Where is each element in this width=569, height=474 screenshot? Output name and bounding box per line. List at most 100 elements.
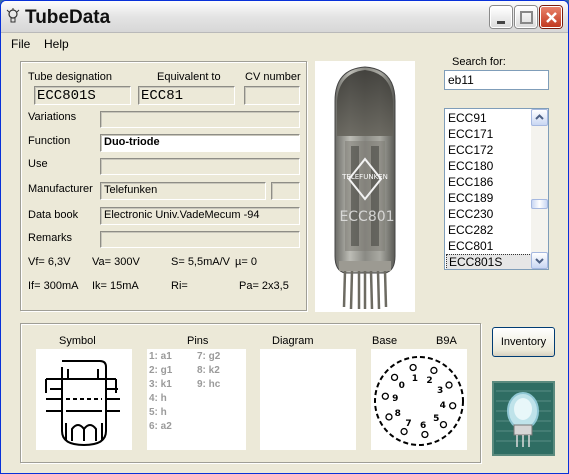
minimize-button[interactable]: [490, 6, 512, 28]
base-pin-number: 3: [437, 386, 443, 396]
tube-designation-label: Tube designation: [28, 71, 112, 83]
use-label: Use: [28, 158, 48, 170]
diagram-panel: [260, 349, 356, 450]
manufacturer-extra-field[interactable]: [271, 182, 300, 200]
inventory-button[interactable]: Inventory: [492, 327, 555, 357]
tube-list-item[interactable]: ECC186: [446, 174, 532, 190]
pin-6: 6: a2: [149, 421, 172, 432]
tube-list-item[interactable]: ECC801: [446, 238, 532, 254]
scroll-up-icon: [535, 114, 544, 120]
spec-s: S= 5,5mA/V: [171, 256, 231, 268]
search-label: Search for:: [452, 56, 506, 68]
cv-number-label: CV number: [245, 71, 301, 83]
base-pin-hole: [390, 373, 399, 382]
base-pin-number: 7: [405, 419, 411, 429]
function-label: Function: [28, 135, 71, 147]
pin-5: 5: h: [149, 407, 167, 418]
pin-7: 7: g2: [197, 351, 221, 362]
menu-file[interactable]: File: [11, 37, 30, 51]
base-pin-number: 2: [426, 376, 432, 386]
tube-list-item[interactable]: ECC180: [446, 158, 532, 174]
diagram-label: Diagram: [272, 335, 314, 347]
base-pin-number: 8: [395, 409, 401, 419]
databook-label: Data book: [28, 209, 79, 221]
window-title: TubeData: [25, 7, 111, 28]
tube-listbox[interactable]: ECC91 ECC171 ECC172 ECC180 ECC186 ECC189 ECC23…: [444, 108, 549, 270]
spec-ri: Ri=: [171, 280, 188, 292]
symbol-panel: [36, 349, 132, 450]
tube-list-item[interactable]: ECC171: [446, 126, 532, 142]
base-pin-number: 5: [433, 414, 439, 424]
spec-pa: Pa= 2x3,5: [239, 280, 289, 292]
spec-va: Va= 300V: [92, 256, 140, 268]
pin-2: 2: g1: [149, 365, 173, 376]
manufacturer-field[interactable]: Telefunken: [100, 182, 266, 200]
photo-brand-text: TELEFUNKEN: [341, 173, 388, 181]
menu-bar: File Help: [1, 34, 568, 54]
menu-help[interactable]: Help: [44, 37, 69, 51]
base-pin-hole: [381, 392, 389, 400]
base-pin-hole: [400, 427, 408, 436]
title-bar[interactable]: TubeData: [1, 1, 568, 33]
base-pin-number: 4: [440, 401, 446, 411]
close-button[interactable]: [540, 6, 562, 28]
remarks-label: Remarks: [28, 232, 73, 244]
use-field[interactable]: [100, 158, 300, 175]
tube-list-item[interactable]: ECC801S: [446, 254, 532, 269]
symbol-label: Symbol: [59, 335, 96, 347]
base-pin-hole: [449, 402, 457, 410]
remarks-field[interactable]: [100, 231, 300, 248]
scroll-down-button[interactable]: [531, 252, 548, 269]
maximize-button[interactable]: [515, 6, 537, 28]
spec-vf: Vf= 6,3V: [28, 256, 71, 268]
function-field[interactable]: Duo-triode: [100, 134, 300, 152]
tube-logo-icon: [492, 381, 555, 456]
manufacturer-label: Manufacturer: [28, 183, 93, 195]
pin-3: 3: k1: [149, 379, 172, 390]
scroll-down-icon: [535, 258, 544, 264]
tube-list-item[interactable]: ECC91: [446, 110, 532, 126]
tube-list-item[interactable]: ECC172: [446, 142, 532, 158]
base-pin-number: 1: [412, 374, 418, 384]
cv-number-field[interactable]: [244, 86, 300, 105]
equivalent-label: Equivalent to: [157, 71, 221, 83]
tube-symbol-icon: [45, 360, 120, 447]
list-scrollbar[interactable]: [531, 109, 548, 269]
base-pin-hole: [439, 420, 448, 429]
pins-panel: 1: a1 2: g1 3: k1 4: h 5: h 6: a2 7: g2 …: [147, 349, 246, 450]
minimize-icon: [497, 21, 505, 24]
pin-4: 4: h: [149, 393, 167, 404]
tube-designation-field[interactable]: ECC801S: [34, 86, 131, 105]
tube-logo: [492, 381, 555, 456]
base-pin-number: 6: [420, 421, 426, 431]
pin-8: 8: k2: [197, 365, 220, 376]
spec-mu: µ= 0: [235, 256, 257, 268]
close-icon: [546, 12, 557, 23]
base-panel: 123 45678 90: [371, 349, 467, 450]
equivalent-field[interactable]: ECC81: [138, 86, 235, 105]
tube-list-item[interactable]: ECC282: [446, 222, 532, 238]
scroll-thumb[interactable]: [531, 199, 548, 209]
app-bulb-icon: [6, 8, 20, 23]
pin-9: 9: hc: [197, 379, 221, 390]
variations-field[interactable]: [100, 111, 300, 128]
tube-photo: TELEFUNKEN ECC801: [315, 61, 415, 312]
base-pin-number: 9: [392, 394, 398, 404]
photo-type-text: ECC801: [339, 209, 394, 225]
maximize-icon: [520, 11, 533, 24]
base-pin-hole: [445, 381, 453, 389]
databook-field[interactable]: Electronic Univ.VadeMecum -94: [100, 207, 300, 225]
main-window: TubeData File Help Tube designation Equi…: [0, 0, 569, 474]
base-pin-hole: [430, 366, 438, 375]
base-label: Base: [372, 335, 398, 347]
base-pin-hole: [385, 413, 393, 421]
base-pinout-icon: 1 23 45678 90: [374, 356, 464, 446]
tube-list-item[interactable]: ECC189: [446, 190, 532, 206]
scroll-up-button[interactable]: [531, 109, 548, 126]
tube-list-item[interactable]: ECC230: [446, 206, 532, 222]
spec-if: If= 300mA: [28, 280, 79, 292]
search-input[interactable]: eb11: [444, 70, 549, 90]
base-type-label: B9A: [436, 335, 457, 347]
base-pin-hole: [421, 430, 429, 439]
spec-ik: Ik= 15mA: [92, 280, 139, 292]
